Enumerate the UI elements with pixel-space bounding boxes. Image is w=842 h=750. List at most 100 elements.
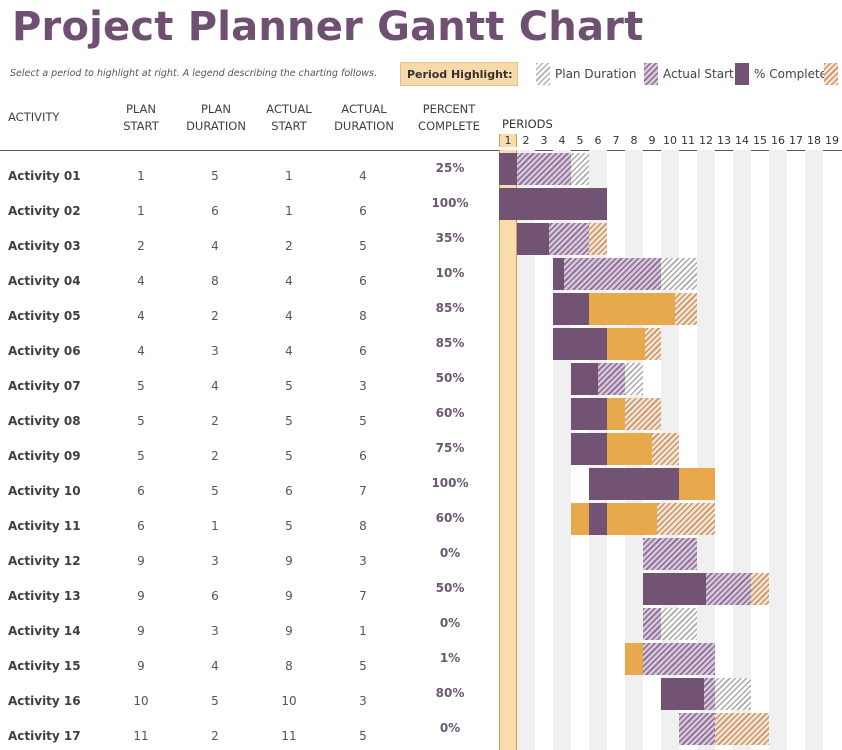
actual-duration-cell: 3	[359, 694, 367, 708]
actual-beyond-plan-bar	[751, 573, 769, 605]
period-number-12: 12	[699, 134, 713, 147]
actual-start-bar	[679, 713, 715, 745]
actual-duration-cell: 6	[359, 274, 367, 288]
activity-name: Activity 15	[8, 659, 81, 673]
header-activity: ACTIVITY	[8, 110, 60, 124]
plan-start-cell: 9	[137, 589, 145, 603]
actual-start-cell: 2	[285, 239, 293, 253]
percent-complete-cell: 85%	[435, 301, 465, 315]
plan-duration-cell: 6	[211, 589, 219, 603]
actual-duration-cell: 4	[359, 169, 367, 183]
actual-start-bar	[553, 258, 661, 290]
percent-complete-bar	[517, 223, 549, 255]
actual-duration-cell: 6	[359, 204, 367, 218]
activity-name: Activity 12	[8, 554, 81, 568]
activity-name: Activity 14	[8, 624, 81, 638]
actual-duration-cell: 5	[359, 239, 367, 253]
period-column-17	[787, 150, 805, 750]
percent-complete-bar	[499, 153, 517, 185]
percent-complete-bar	[571, 363, 598, 395]
percent-complete-cell: 35%	[435, 231, 465, 245]
actual-duration-cell: 7	[359, 589, 367, 603]
activity-name: Activity 11	[8, 519, 81, 533]
plan-start-cell: 9	[137, 659, 145, 673]
legend-actual-beyond-plan	[824, 62, 842, 86]
actual-duration-cell: 6	[359, 344, 367, 358]
actual-start-cell: 10	[281, 694, 297, 708]
percent-complete-cell: 0%	[439, 721, 461, 735]
percent-complete-bar	[571, 433, 607, 465]
plan-duration-cell: 3	[211, 624, 219, 638]
activity-name: Activity 02	[8, 204, 81, 218]
activity-name: Activity 03	[8, 239, 81, 253]
activity-name: Activity 06	[8, 344, 81, 358]
plan-start-cell: 5	[137, 379, 145, 393]
plan-duration-cell: 5	[211, 484, 219, 498]
actual-duration-cell: 3	[359, 554, 367, 568]
header-text: PLAN	[200, 102, 232, 116]
percent-complete-cell: 50%	[435, 371, 465, 385]
actual-start-cell: 4	[285, 274, 293, 288]
plan-duration-swatch-icon	[536, 63, 550, 85]
plan-start-cell: 9	[137, 624, 145, 638]
actual-start-cell: 9	[285, 624, 293, 638]
actual-start-cell: 9	[285, 554, 293, 568]
actual-start-cell: 9	[285, 589, 293, 603]
period-column-14	[733, 150, 751, 750]
activity-name: Activity 17	[8, 729, 81, 743]
plan-start-cell: 4	[137, 309, 145, 323]
percent-complete-cell: 100%	[431, 476, 469, 490]
header-text: COMPLETE	[418, 119, 480, 133]
header-plan-start: PLAN START	[110, 101, 172, 135]
percent-complete-bar	[661, 678, 705, 710]
actual-duration-cell: 8	[359, 309, 367, 323]
activity-name: Activity 09	[8, 449, 81, 463]
actual-start-bar	[643, 643, 715, 675]
legend-label: Actual Start	[663, 67, 734, 81]
header-actual-start: ACTUAL START	[258, 101, 320, 135]
percent-complete-cell: 10%	[435, 266, 465, 280]
header-text: ACTUAL	[341, 102, 387, 116]
percent-complete-cell: 75%	[435, 441, 465, 455]
period-number-19: 19	[825, 134, 839, 147]
actual-start-cell: 11	[281, 729, 297, 743]
plan-start-cell: 9	[137, 554, 145, 568]
header-percent-complete: PERCENT COMPLETE	[406, 101, 492, 135]
period-number-6: 6	[594, 134, 602, 147]
percent-complete-cell: 0%	[439, 546, 461, 560]
period-number-16: 16	[771, 134, 785, 147]
period-number-18: 18	[807, 134, 821, 147]
percent-complete-bar	[571, 398, 607, 430]
plan-duration-cell: 2	[211, 449, 219, 463]
percent-complete-bar	[553, 293, 589, 325]
percent-complete-bar	[553, 328, 607, 360]
percent-complete-cell: 80%	[435, 686, 465, 700]
plan-start-cell: 6	[137, 519, 145, 533]
plan-start-cell: 4	[137, 274, 145, 288]
plan-start-cell: 10	[133, 694, 149, 708]
legend-actual-start: Actual Start	[644, 62, 734, 86]
activity-name: Activity 10	[8, 484, 81, 498]
plan-start-cell: 5	[137, 414, 145, 428]
activity-name: Activity 01	[8, 169, 81, 183]
actual-duration-cell: 3	[359, 379, 367, 393]
period-highlight-label: Period Highlight:	[407, 68, 513, 81]
period-number-10: 10	[663, 134, 677, 147]
period-number-14: 14	[735, 134, 749, 147]
actual-start-cell: 4	[285, 309, 293, 323]
plan-start-cell: 5	[137, 449, 145, 463]
actual-duration-cell: 6	[359, 449, 367, 463]
actual-duration-cell: 7	[359, 484, 367, 498]
header-text: PERCENT	[422, 102, 476, 116]
gantt-chart-area	[499, 150, 842, 750]
complete-beyond-plan-bar	[589, 293, 676, 325]
legend-percent-complete: % Complete	[735, 62, 827, 86]
percent-complete-cell: 60%	[435, 511, 465, 525]
period-highlight-field[interactable]: Period Highlight: 1	[400, 62, 518, 86]
percent-complete-cell: 1%	[439, 651, 461, 665]
plan-duration-cell: 1	[211, 519, 219, 533]
period-number-9: 9	[648, 134, 656, 147]
activity-name: Activity 04	[8, 274, 81, 288]
period-column-19	[823, 150, 841, 750]
period-highlight-value[interactable]: 1	[517, 70, 518, 81]
